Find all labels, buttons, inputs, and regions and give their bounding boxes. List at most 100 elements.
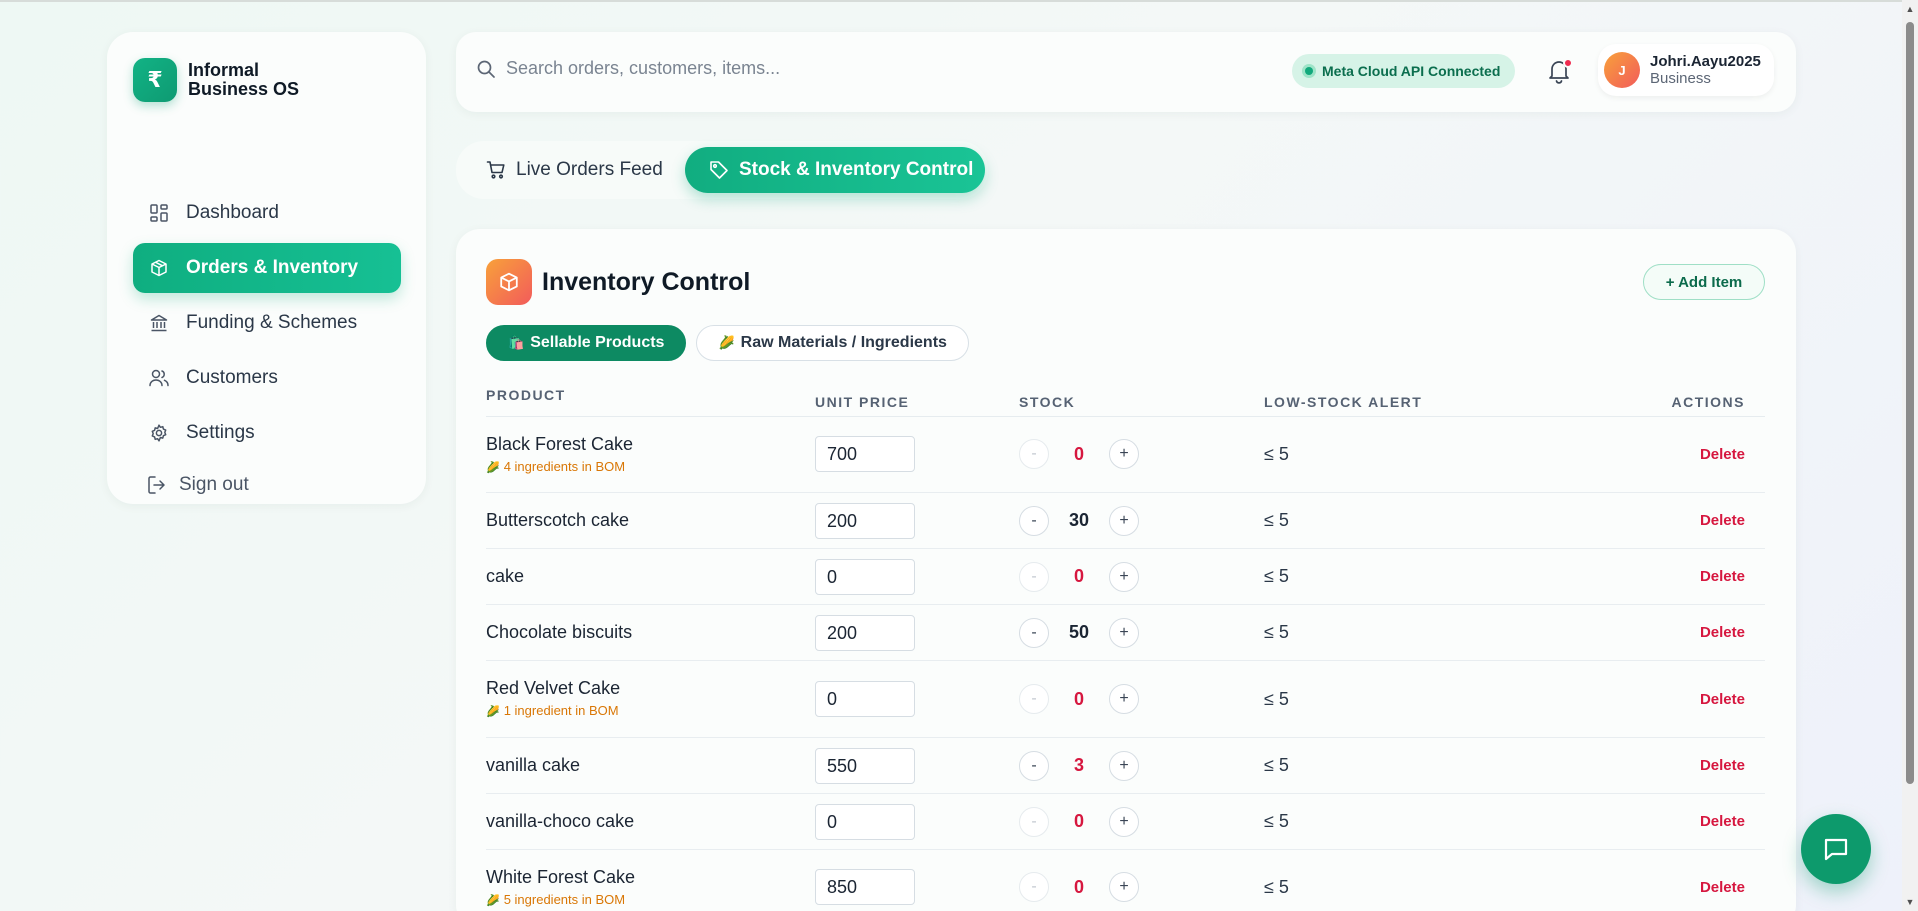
scrollbar-thumb[interactable] bbox=[1906, 22, 1914, 784]
notification-badge bbox=[1563, 58, 1573, 68]
table-row: vanilla cake - 3 + ≤ 5 Delete bbox=[486, 738, 1765, 794]
column-header-low-stock-alert: LOW-STOCK ALERT bbox=[1264, 394, 1423, 410]
table-header: PRODUCT UNIT PRICE STOCK LOW-STOCK ALERT… bbox=[486, 379, 1765, 417]
brand-name: Informal Business OS bbox=[188, 61, 299, 99]
delete-button[interactable]: Delete bbox=[1700, 879, 1745, 896]
bom-note: 🌽 1 ingredient in BOM bbox=[486, 703, 619, 718]
stock-count: 0 bbox=[1073, 566, 1084, 586]
decrease-stock-button[interactable]: - bbox=[1019, 618, 1049, 648]
corn-icon: 🌽 bbox=[486, 895, 500, 907]
scroll-down-arrow-icon[interactable]: ▼ bbox=[1905, 897, 1915, 907]
table-row: Butterscotch cake - 30 + ≤ 5 Delete bbox=[486, 493, 1765, 549]
user-name: Johri.Aayu2025 bbox=[1650, 53, 1761, 70]
stock-count: 0 bbox=[1073, 811, 1084, 831]
delete-button[interactable]: Delete bbox=[1700, 568, 1745, 585]
decrease-stock-button[interactable]: - bbox=[1019, 684, 1049, 714]
page-title: Inventory Control bbox=[542, 267, 751, 296]
delete-button[interactable]: Delete bbox=[1700, 624, 1745, 641]
unit-price-input[interactable] bbox=[815, 748, 915, 784]
delete-button[interactable]: Delete bbox=[1700, 691, 1745, 708]
sidebar-item-settings[interactable]: Settings bbox=[133, 408, 401, 458]
logout-icon bbox=[147, 475, 167, 495]
user-menu[interactable]: J Johri.Aayu2025 Business bbox=[1598, 44, 1774, 96]
table-row: Black Forest Cake 🌽 4 ingredients in BOM … bbox=[486, 417, 1765, 493]
column-header-product: PRODUCT bbox=[486, 387, 566, 403]
sidebar-nav: Dashboard Orders & Inventory Funding & S… bbox=[133, 188, 401, 463]
notifications-button[interactable] bbox=[1544, 56, 1574, 86]
increase-stock-button[interactable]: + bbox=[1109, 506, 1139, 536]
bank-icon bbox=[149, 313, 169, 333]
delete-button[interactable]: Delete bbox=[1700, 446, 1745, 463]
chat-button[interactable] bbox=[1801, 814, 1871, 884]
sidebar-item-customers[interactable]: Customers bbox=[133, 353, 401, 403]
tag-icon bbox=[709, 160, 729, 180]
decrease-stock-button[interactable]: - bbox=[1019, 562, 1049, 592]
increase-stock-button[interactable]: + bbox=[1109, 872, 1139, 902]
brand-name-line1: Informal bbox=[188, 60, 260, 80]
increase-stock-button[interactable]: + bbox=[1109, 684, 1139, 714]
corn-icon: 🌽 bbox=[486, 462, 500, 474]
add-item-button[interactable]: + Add Item bbox=[1643, 264, 1765, 300]
decrease-stock-button[interactable]: - bbox=[1019, 807, 1049, 837]
page-scrollbar[interactable]: ▲ ▼ bbox=[1902, 0, 1918, 911]
sidebar-item-funding-schemes[interactable]: Funding & Schemes bbox=[133, 298, 401, 348]
search-icon bbox=[476, 59, 496, 79]
subtab-raw-materials[interactable]: 🌽 Raw Materials / Ingredients bbox=[696, 325, 969, 361]
increase-stock-button[interactable]: + bbox=[1109, 751, 1139, 781]
stock-count: 0 bbox=[1073, 877, 1084, 897]
product-name: Red Velvet Cake bbox=[486, 678, 621, 698]
increase-stock-button[interactable]: + bbox=[1109, 562, 1139, 592]
api-status-badge: Meta Cloud API Connected bbox=[1292, 54, 1516, 88]
delete-button[interactable]: Delete bbox=[1700, 757, 1745, 774]
unit-price-input[interactable] bbox=[815, 503, 915, 539]
corn-icon: 🌽 bbox=[486, 706, 500, 718]
unit-price-input[interactable] bbox=[815, 559, 915, 595]
stock-count: 3 bbox=[1073, 755, 1084, 775]
brand[interactable]: ₹ Informal Business OS bbox=[133, 58, 299, 102]
gear-icon bbox=[149, 423, 169, 443]
sidebar-item-label: Customers bbox=[186, 367, 278, 388]
stock-count: 50 bbox=[1068, 622, 1090, 642]
decrease-stock-button[interactable]: - bbox=[1019, 872, 1049, 902]
inventory-subtabs: 🛍️ Sellable Products 🌽 Raw Materials / I… bbox=[486, 325, 979, 361]
dashboard-icon bbox=[149, 203, 169, 223]
subtab-sellable-products[interactable]: 🛍️ Sellable Products bbox=[486, 325, 687, 361]
increase-stock-button[interactable]: + bbox=[1109, 618, 1139, 648]
unit-price-input[interactable] bbox=[815, 681, 915, 717]
stock-count: 0 bbox=[1073, 689, 1084, 709]
table-row: Chocolate biscuits - 50 + ≤ 5 Delete bbox=[486, 605, 1765, 661]
decrease-stock-button[interactable]: - bbox=[1019, 506, 1049, 536]
tab-label: Live Orders Feed bbox=[516, 159, 663, 180]
increase-stock-button[interactable]: + bbox=[1109, 439, 1139, 469]
unit-price-input[interactable] bbox=[815, 615, 915, 651]
delete-button[interactable]: Delete bbox=[1700, 512, 1745, 529]
sidebar-item-label: Funding & Schemes bbox=[186, 312, 358, 333]
search-input[interactable] bbox=[506, 58, 1106, 79]
increase-stock-button[interactable]: + bbox=[1109, 807, 1139, 837]
brand-name-line2: Business OS bbox=[188, 79, 300, 99]
sidebar-item-label: Settings bbox=[186, 422, 255, 443]
unit-price-input[interactable] bbox=[815, 436, 915, 472]
bom-label: 4 ingredients in BOM bbox=[503, 459, 626, 474]
delete-button[interactable]: Delete bbox=[1700, 813, 1745, 830]
tab-label: Stock & Inventory Control bbox=[739, 159, 974, 180]
unit-price-input[interactable] bbox=[815, 804, 915, 840]
product-name: vanilla cake bbox=[486, 755, 581, 775]
decrease-stock-button[interactable]: - bbox=[1019, 439, 1049, 469]
sidebar-item-orders-inventory[interactable]: Orders & Inventory bbox=[133, 243, 401, 293]
decrease-stock-button[interactable]: - bbox=[1019, 751, 1049, 781]
unit-price-input[interactable] bbox=[815, 869, 915, 905]
table-row: White Forest Cake 🌽 5 ingredients in BOM … bbox=[486, 850, 1765, 911]
scroll-up-arrow-icon[interactable]: ▲ bbox=[1905, 4, 1915, 14]
sign-out-button[interactable]: Sign out bbox=[147, 474, 249, 496]
sidebar-item-dashboard[interactable]: Dashboard bbox=[133, 188, 401, 238]
product-name: cake bbox=[486, 566, 525, 586]
avatar: J bbox=[1604, 52, 1640, 88]
tab-stock-inventory-control[interactable]: Stock & Inventory Control bbox=[685, 147, 985, 193]
corn-icon: 🌽 bbox=[718, 335, 735, 350]
product-name: White Forest Cake bbox=[486, 867, 636, 887]
top-bar: Meta Cloud API Connected J Johri.Aayu202… bbox=[456, 32, 1796, 112]
tab-live-orders-feed[interactable]: Live Orders Feed bbox=[486, 147, 663, 193]
bom-note: 🌽 4 ingredients in BOM bbox=[486, 459, 625, 474]
panel-header: Inventory Control bbox=[486, 259, 750, 305]
